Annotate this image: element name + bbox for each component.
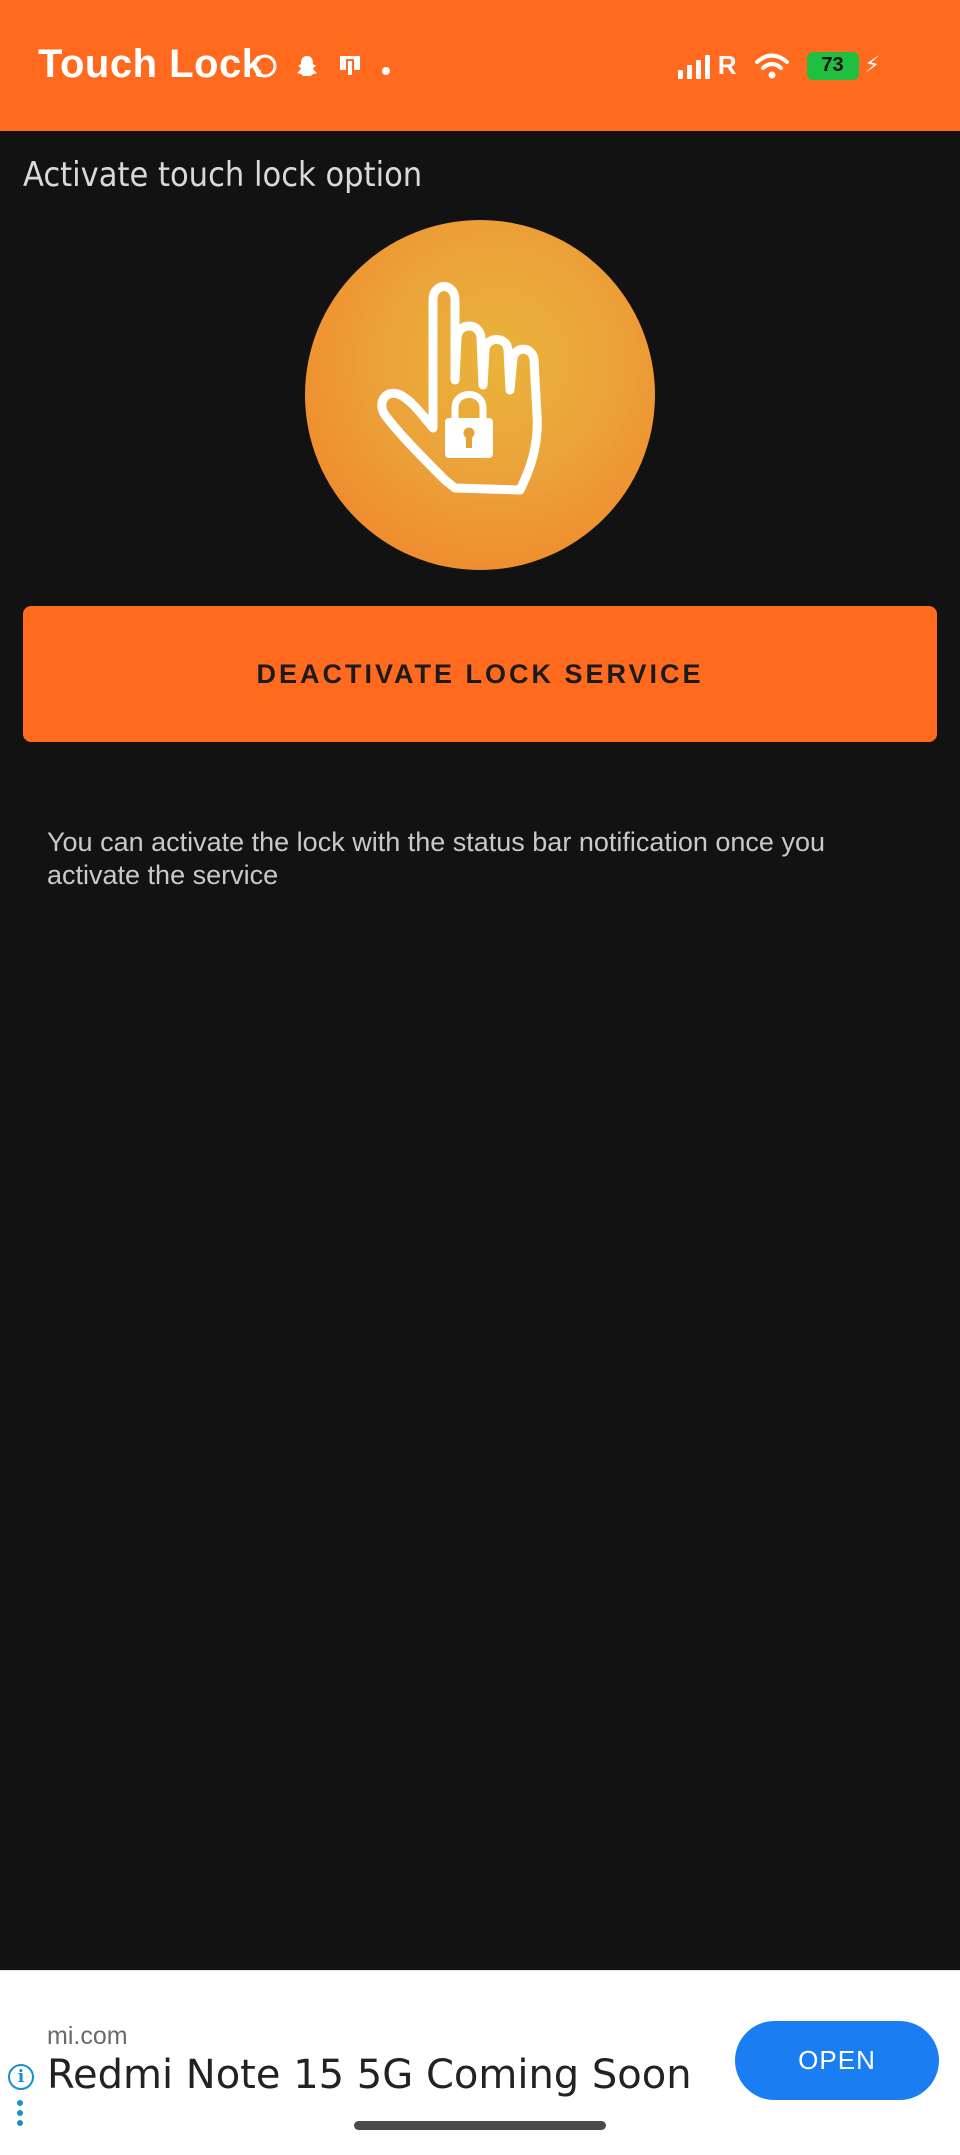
notification-icons [252,52,392,85]
charging-icon: ⚡ [864,53,880,78]
info-text: You can activate the lock with the statu… [47,827,825,890]
deactivate-lock-service-button[interactable]: DEACTIVATE LOCK SERVICE [23,606,937,742]
device-icon [336,52,364,85]
ad-headline[interactable]: Redmi Note 15 5G Coming Soon [47,2052,692,2098]
screen: Touch Lock R 73 ⚡ Activate touch lock op… [0,0,960,2155]
hand-lock-icon [305,220,655,570]
ad-info-icon[interactable]: i [8,2064,34,2090]
whatsapp-icon [252,53,278,84]
wifi-icon [754,52,789,80]
signal-icon [677,53,710,79]
battery-indicator: 73 [806,51,859,80]
ad-menu-icon[interactable] [17,2100,23,2126]
app-title: Touch Lock [38,42,265,86]
section-title: Activate touch lock option [23,155,423,195]
network-type: R [717,50,737,80]
app-bar: Touch Lock R 73 ⚡ [0,0,960,131]
home-indicator[interactable] [354,2121,606,2130]
ad-open-button[interactable]: OPEN [735,2021,939,2100]
dot-icon [380,56,392,82]
snapchat-icon [294,53,320,84]
status-bar-right: R 73 ⚡ [677,50,880,81]
ad-domain: mi.com [47,2022,128,2050]
